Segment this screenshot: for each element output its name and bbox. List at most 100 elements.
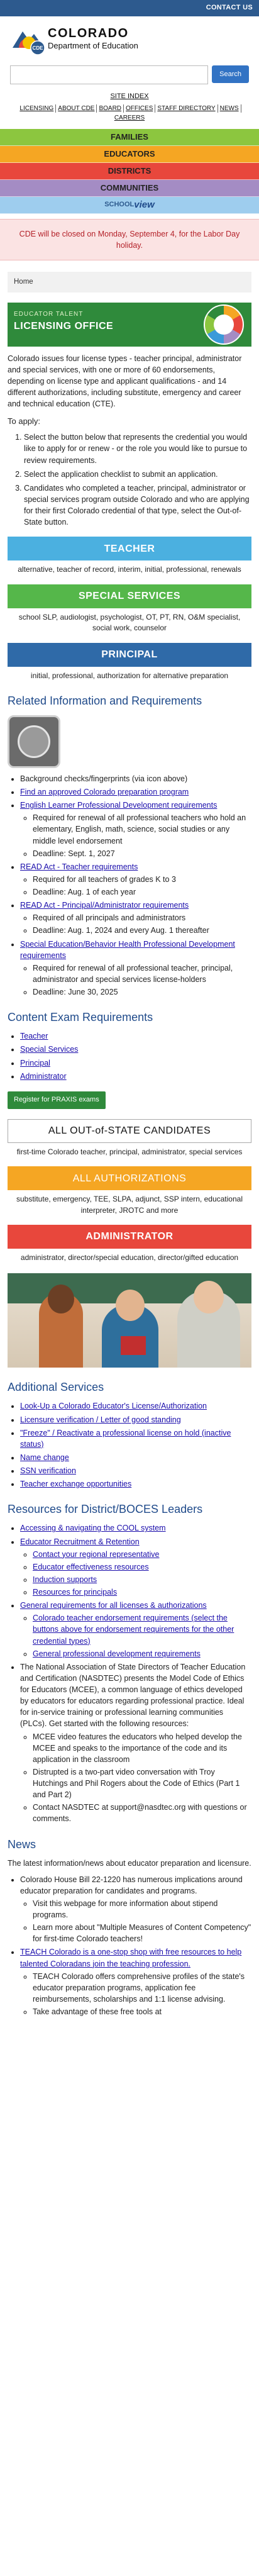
- list-item-link[interactable]: General requirements for all licenses & …: [20, 1601, 207, 1610]
- apply-steps: Select the button below that represents …: [24, 432, 251, 528]
- exam-special-services-link[interactable]: Special Services: [20, 1045, 78, 1054]
- administrator-button[interactable]: ADMINISTRATOR: [8, 1224, 251, 1249]
- list-item: Colorado House Bill 22-1220 has numerous…: [20, 1874, 251, 1945]
- search-button[interactable]: Search: [212, 65, 249, 83]
- exam-principal-link[interactable]: Principal: [20, 1059, 50, 1068]
- quicklink-licensing[interactable]: LICENSING: [18, 104, 57, 113]
- list-item-link[interactable]: Accessing & navigating the COOL system: [20, 1524, 166, 1532]
- quicklink-about-cde[interactable]: ABOUT CDE: [56, 104, 97, 113]
- sub-item-link[interactable]: Colorado teacher endorsement requirement…: [33, 1614, 234, 1645]
- list-item-link[interactable]: Find an approved Colorado preparation pr…: [20, 788, 189, 796]
- closure-alert: CDE will be closed on Monday, September …: [0, 218, 259, 261]
- list-item: Educator Recruitment & Retention Contact…: [20, 1536, 251, 1598]
- list-item-link[interactable]: Educator Recruitment & Retention: [20, 1537, 140, 1546]
- sub-list: TEACH Colorado offers comprehensive prof…: [33, 1971, 251, 2018]
- menu-districts[interactable]: DISTRICTS: [0, 162, 259, 180]
- sub-item: Colorado teacher endorsement requirement…: [33, 1612, 251, 1646]
- resources-heading: Resources for District/BOCES Leaders: [8, 1503, 203, 1516]
- sub-item[interactable]: Learn more about "Multiple Measures of C…: [33, 1922, 251, 1944]
- sub-item[interactable]: Contact NASDTEC at support@nasdtec.org w…: [33, 1802, 251, 1824]
- list-item-text: Background checks/fingerprints (via icon…: [20, 774, 188, 783]
- sub-item-link[interactable]: Contact your regional representative: [33, 1550, 160, 1559]
- fingerprint-icon[interactable]: [8, 715, 60, 768]
- list-item: Accessing & navigating the COOL system: [20, 1522, 251, 1534]
- principal-button[interactable]: PRINCIPAL: [8, 642, 251, 667]
- cde-logo[interactable]: CDE: [10, 23, 48, 55]
- sub-list: Colorado teacher endorsement requirement…: [33, 1612, 251, 1659]
- out-of-state-desc: first-time Colorado teacher, principal, …: [16, 1147, 243, 1156]
- sub-item: TEACH Colorado offers comprehensive prof…: [33, 1971, 251, 2005]
- list-item-link[interactable]: "Freeze" / Reactivate a professional lic…: [20, 1429, 231, 1449]
- exam-administrator-link[interactable]: Administrator: [20, 1072, 67, 1081]
- sub-item-link[interactable]: General professional development require…: [33, 1649, 201, 1658]
- breadcrumb-home[interactable]: Home: [14, 278, 33, 286]
- contact-us-link[interactable]: CONTACT US: [206, 3, 253, 13]
- wheel-center: [214, 314, 234, 335]
- list-item-link[interactable]: Name change: [20, 1453, 69, 1462]
- brand-title[interactable]: COLORADO Department of Education: [48, 26, 138, 52]
- sub-item: Resources for principals: [33, 1586, 251, 1598]
- news-intro: The latest information/news about educat…: [8, 1858, 251, 1868]
- sub-item[interactable]: Distrupted is a two-part video conversat…: [33, 1766, 251, 1800]
- cde-badge-text: CDE: [33, 45, 44, 51]
- search-bar: Search: [0, 59, 259, 86]
- apply-step: Candidates who completed a teacher, prin…: [24, 482, 251, 528]
- sub-item-link[interactable]: Educator effectiveness resources: [33, 1563, 149, 1571]
- quicklink-board[interactable]: BOARD: [97, 104, 124, 113]
- quicklink-careers[interactable]: CAREERS: [113, 114, 146, 123]
- sub-list: Visit this webpage for more information …: [33, 1898, 251, 1945]
- menu-families[interactable]: FAMILIES: [0, 128, 259, 146]
- list-item: Teacher exchange opportunities: [20, 1478, 251, 1490]
- additional-list: Look-Up a Colorado Educator's License/Au…: [20, 1400, 251, 1490]
- list-item-link[interactable]: Special Education/Behavior Health Profes…: [20, 940, 235, 960]
- teacher-button[interactable]: TEACHER: [8, 537, 251, 561]
- praxis-register-button[interactable]: Register for PRAXIS exams: [8, 1091, 106, 1109]
- banner-title: LICENSING OFFICE: [14, 320, 114, 332]
- search-input[interactable]: [10, 65, 209, 84]
- list-item: TEACH Colorado is a one-stop shop with f…: [20, 1946, 251, 2017]
- list-item-link[interactable]: READ Act - Principal/Administrator requi…: [20, 901, 189, 910]
- list-item: Find an approved Colorado preparation pr…: [20, 786, 251, 798]
- list-item-link[interactable]: Licensure verification / Letter of good …: [20, 1415, 181, 1424]
- list-item-link[interactable]: SSN verification: [20, 1466, 76, 1475]
- top-bar: CONTACT US: [0, 0, 259, 16]
- authorizations-desc: substitute, emergency, TEE, SLPA, adjunc…: [16, 1195, 243, 1215]
- special-services-button[interactable]: SPECIAL SERVICES: [8, 584, 251, 608]
- menu-schoolview[interactable]: SCHOOL view: [0, 196, 259, 214]
- sub-item[interactable]: MCEE video features the educators who he…: [33, 1731, 251, 1765]
- quicklink-news[interactable]: NEWS: [218, 104, 241, 113]
- sub-list: MCEE video features the educators who he…: [33, 1731, 251, 1825]
- main-menu: FAMILIES EDUCATORS DISTRICTS COMMUNITIES…: [0, 128, 259, 214]
- quick-links: LICENSING ABOUT CDE BOARD OFFICES STAFF …: [0, 104, 259, 124]
- list-item: READ Act - Principal/Administrator requi…: [20, 900, 251, 936]
- list-item-link[interactable]: TEACH Colorado is a one-stop shop with f…: [20, 1948, 241, 1968]
- teacher-desc: alternative, teacher of record, interim,…: [18, 565, 241, 574]
- list-item: Name change: [20, 1452, 251, 1463]
- additional-heading: Additional Services: [8, 1381, 104, 1394]
- out-of-state-button[interactable]: ALL OUT-of-STATE CANDIDATES: [8, 1118, 251, 1143]
- quicklink-staff-directory[interactable]: STAFF DIRECTORY: [155, 104, 218, 113]
- list-item-link[interactable]: Look-Up a Colorado Educator's License/Au…: [20, 1402, 207, 1410]
- sub-list: Required for renewal of all professional…: [33, 812, 251, 859]
- menu-communities[interactable]: COMMUNITIES: [0, 179, 259, 197]
- sub-item: Required for all teachers of grades K to…: [33, 874, 251, 885]
- list-item-link[interactable]: READ Act - Teacher requirements: [20, 862, 138, 871]
- sub-item[interactable]: Visit this webpage for more information …: [33, 1898, 251, 1921]
- sub-item: Take advantage of these free tools at: [33, 2006, 251, 2017]
- licensing-office-banner: EDUCATOR TALENT LICENSING OFFICE: [8, 302, 251, 347]
- sub-item-link[interactable]: Resources for principals: [33, 1588, 117, 1597]
- sub-item-link[interactable]: Induction supports: [33, 1575, 97, 1584]
- administrator-desc: administrator, director/special educatio…: [20, 1252, 239, 1262]
- lower-content: Additional Services Look-Up a Colorado E…: [0, 1379, 259, 2032]
- sub-item: Deadline: Aug. 1 of each year: [33, 886, 251, 898]
- quicklink-offices[interactable]: OFFICES: [124, 104, 156, 113]
- site-index-link[interactable]: SITE INDEX: [110, 92, 148, 100]
- list-item-text: Colorado House Bill 22-1220 has numerous…: [20, 1875, 243, 1895]
- exam-teacher-link[interactable]: Teacher: [20, 1032, 48, 1040]
- menu-educators[interactable]: EDUCATORS: [0, 145, 259, 163]
- list-item-link[interactable]: English Learner Professional Development…: [20, 801, 217, 810]
- authorizations-button[interactable]: ALL AUTHORIZATIONS: [8, 1166, 251, 1191]
- sub-item: General professional development require…: [33, 1648, 251, 1659]
- breadcrumb: Home: [8, 272, 251, 293]
- list-item-link[interactable]: Teacher exchange opportunities: [20, 1480, 131, 1488]
